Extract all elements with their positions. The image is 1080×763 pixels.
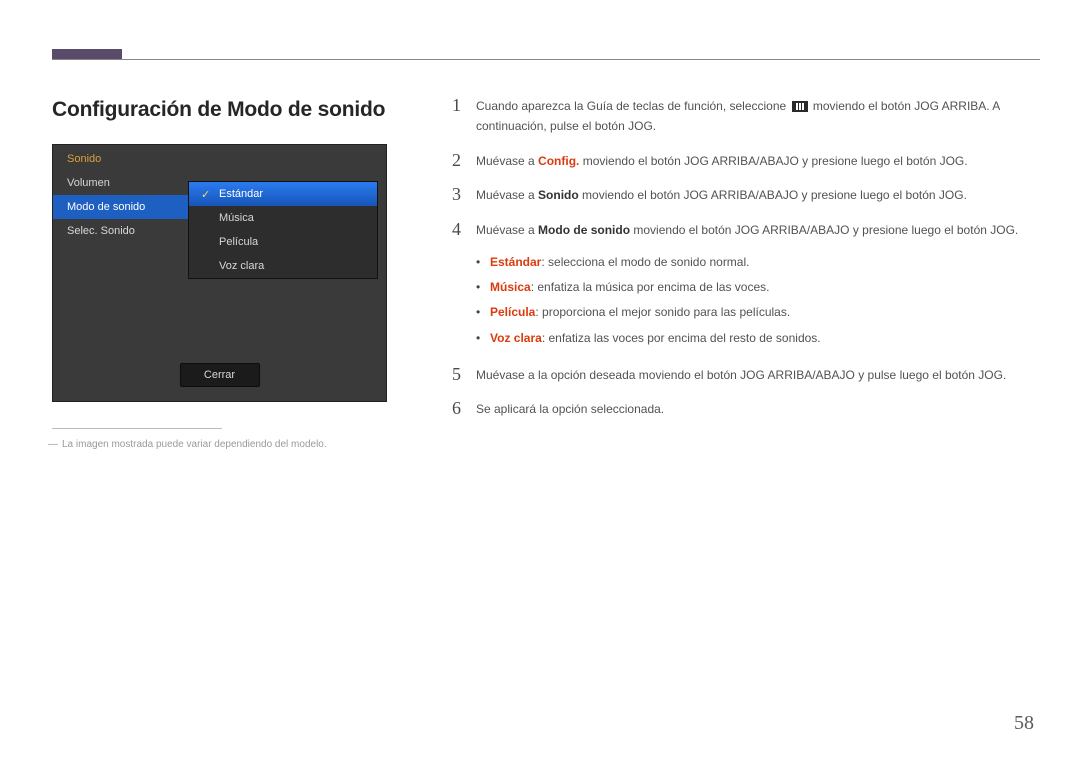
top-rule (52, 59, 1040, 60)
step-number: 4 (452, 220, 476, 240)
osd-item-volumen[interactable]: Volumen (53, 171, 188, 195)
step-body: Se aplicará la opción seleccionada. (476, 399, 1030, 419)
step-4: 4 Muévase a Modo de sonido moviendo el b… (452, 220, 1030, 240)
submenu-voz-clara[interactable]: Voz clara (189, 254, 377, 278)
osd-item-modo-sonido[interactable]: Modo de sonido (53, 195, 188, 219)
submenu-estandar[interactable]: ✓ Estándar (189, 182, 377, 206)
option-musica: Música: enfatiza la música por encima de… (476, 275, 1030, 300)
step-body: Muévase a Modo de sonido moviendo el bot… (476, 220, 1030, 240)
step-number: 2 (452, 151, 476, 171)
step-number: 5 (452, 365, 476, 385)
step-body: Muévase a la opción deseada moviendo el … (476, 365, 1030, 385)
option-estandar: Estándar: selecciona el modo de sonido n… (476, 250, 1030, 275)
osd-panel: Sonido Volumen Modo de sonido Selec. Son… (52, 144, 387, 402)
step-body: Muévase a Config. moviendo el botón JOG … (476, 151, 1030, 171)
steps-list-continued: 5 Muévase a la opción deseada moviendo e… (452, 365, 1030, 420)
step-body: Cuando aparezca la Guía de teclas de fun… (476, 96, 1030, 137)
step-2: 2 Muévase a Config. moviendo el botón JO… (452, 151, 1030, 171)
step-number: 6 (452, 399, 476, 419)
osd-submenu: ✓ Estándar Música Película Voz clara (188, 181, 378, 279)
osd-tab-sonido: Sonido (53, 145, 386, 171)
step-number: 3 (452, 185, 476, 205)
option-pelicula: Película: proporciona el mejor sonido pa… (476, 300, 1030, 325)
step-number: 1 (452, 96, 476, 137)
submenu-musica[interactable]: Música (189, 206, 377, 230)
step-1: 1 Cuando aparezca la Guía de teclas de f… (452, 96, 1030, 137)
submenu-label: Estándar (219, 188, 263, 200)
options-list: Estándar: selecciona el modo de sonido n… (476, 250, 1030, 351)
left-column: Configuración de Modo de sonido Sonido V… (52, 98, 412, 450)
steps-list: 1 Cuando aparezca la Guía de teclas de f… (452, 96, 1030, 240)
step-3: 3 Muévase a Sonido moviendo el botón JOG… (452, 185, 1030, 205)
page-number: 58 (1014, 712, 1034, 735)
footnote-text: La imagen mostrada puede variar dependie… (52, 439, 412, 450)
page-title: Configuración de Modo de sonido (52, 98, 412, 122)
menu-icon (792, 101, 808, 112)
accent-bar (52, 49, 122, 59)
checkmark-icon: ✓ (201, 188, 210, 201)
step-body: Muévase a Sonido moviendo el botón JOG A… (476, 185, 1030, 205)
footnote-rule (52, 428, 222, 429)
step-5: 5 Muévase a la opción deseada moviendo e… (452, 365, 1030, 385)
osd-item-selec-sonido[interactable]: Selec. Sonido (53, 219, 188, 243)
step-6: 6 Se aplicará la opción seleccionada. (452, 399, 1030, 419)
option-voz-clara: Voz clara: enfatiza las voces por encima… (476, 326, 1030, 351)
right-column: 1 Cuando aparezca la Guía de teclas de f… (452, 96, 1030, 433)
close-button[interactable]: Cerrar (180, 363, 260, 387)
submenu-pelicula[interactable]: Película (189, 230, 377, 254)
